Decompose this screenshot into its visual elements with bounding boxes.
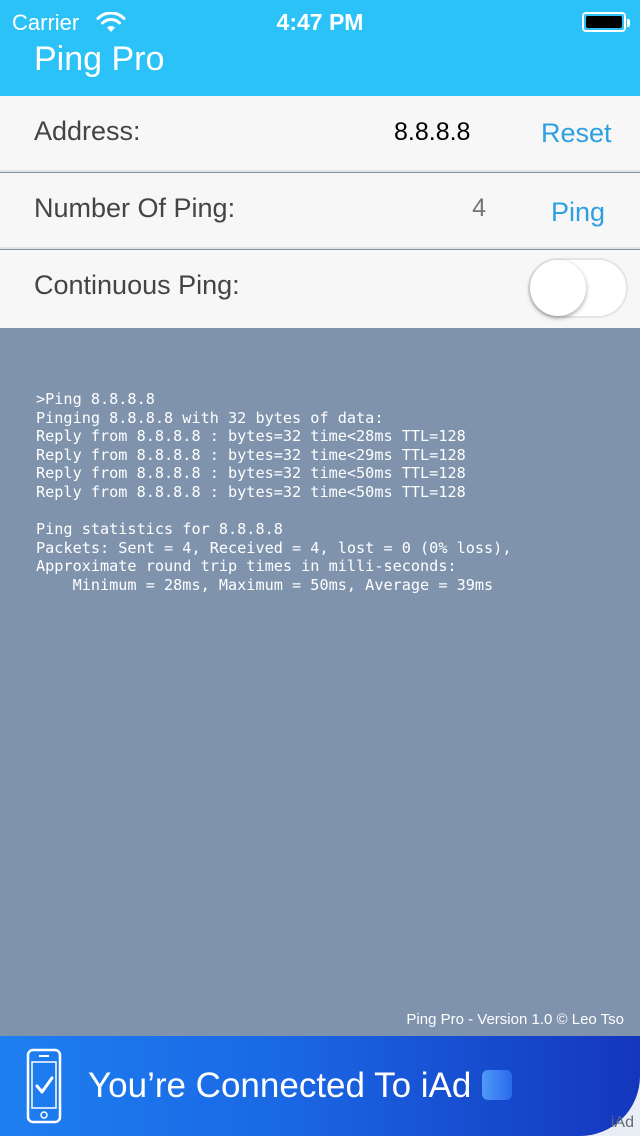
console-line: Ping statistics for 8.8.8.8 [36,520,283,539]
console-line: Reply from 8.8.8.8 : bytes=32 time<28ms … [36,427,466,446]
ping-button[interactable]: Ping [551,197,605,228]
iad-banner[interactable]: You’re Connected To iAd iAd [0,1036,640,1136]
continuous-ping-toggle[interactable] [528,258,628,318]
console-line: Reply from 8.8.8.8 : bytes=32 time<50ms … [36,482,466,501]
continuous-ping-row: Continuous Ping: [0,250,640,328]
console-line: Reply from 8.8.8.8 : bytes=32 time<29ms … [36,445,466,464]
ping-count-input[interactable] [440,193,488,224]
console-line: Reply from 8.8.8.8 : bytes=32 time<50ms … [36,464,466,483]
reset-button[interactable]: Reset [541,118,612,149]
console-line: Pinging 8.8.8.8 with 32 bytes of data: [36,408,384,427]
continuous-ping-label: Continuous Ping: [34,270,240,300]
ad-badge-icon [482,1070,512,1100]
app-title: Ping Pro [34,40,165,78]
address-label: Address: [34,116,141,146]
console-line: >Ping 8.8.8.8 [36,390,155,408]
navigation-bar: Carrier 4:47 PM Ping Pro [0,0,640,96]
address-field[interactable]: 8.8.8.8 [394,118,470,147]
console-output: >Ping 8.8.8.8 Pinging 8.8.8.8 with 32 by… [0,328,640,1036]
status-bar: Carrier 4:47 PM [0,6,640,38]
ping-count-label: Number Of Ping: [34,193,236,223]
toggle-knob [530,260,586,316]
address-row: Address: 8.8.8.8 Reset [0,96,640,172]
phone-check-icon [26,1048,62,1124]
console-text: >Ping 8.8.8.8 Pinging 8.8.8.8 with 32 by… [36,390,511,595]
version-footer: Ping Pro - Version 1.0 © Leo Tso [406,1011,624,1028]
ping-count-row: Number Of Ping: Ping [0,173,640,249]
ad-message: You’re Connected To iAd [88,1066,472,1105]
console-line: Minimum = 28ms, Maximum = 50ms, Average … [36,575,494,594]
console-line: Approximate round trip times in milli-se… [36,557,457,576]
clock: 4:47 PM [276,9,364,35]
console-line: Packets: Sent = 4, Received = 4, lost = … [36,538,512,557]
iad-label: iAd [610,1114,634,1131]
battery-icon [582,12,630,32]
